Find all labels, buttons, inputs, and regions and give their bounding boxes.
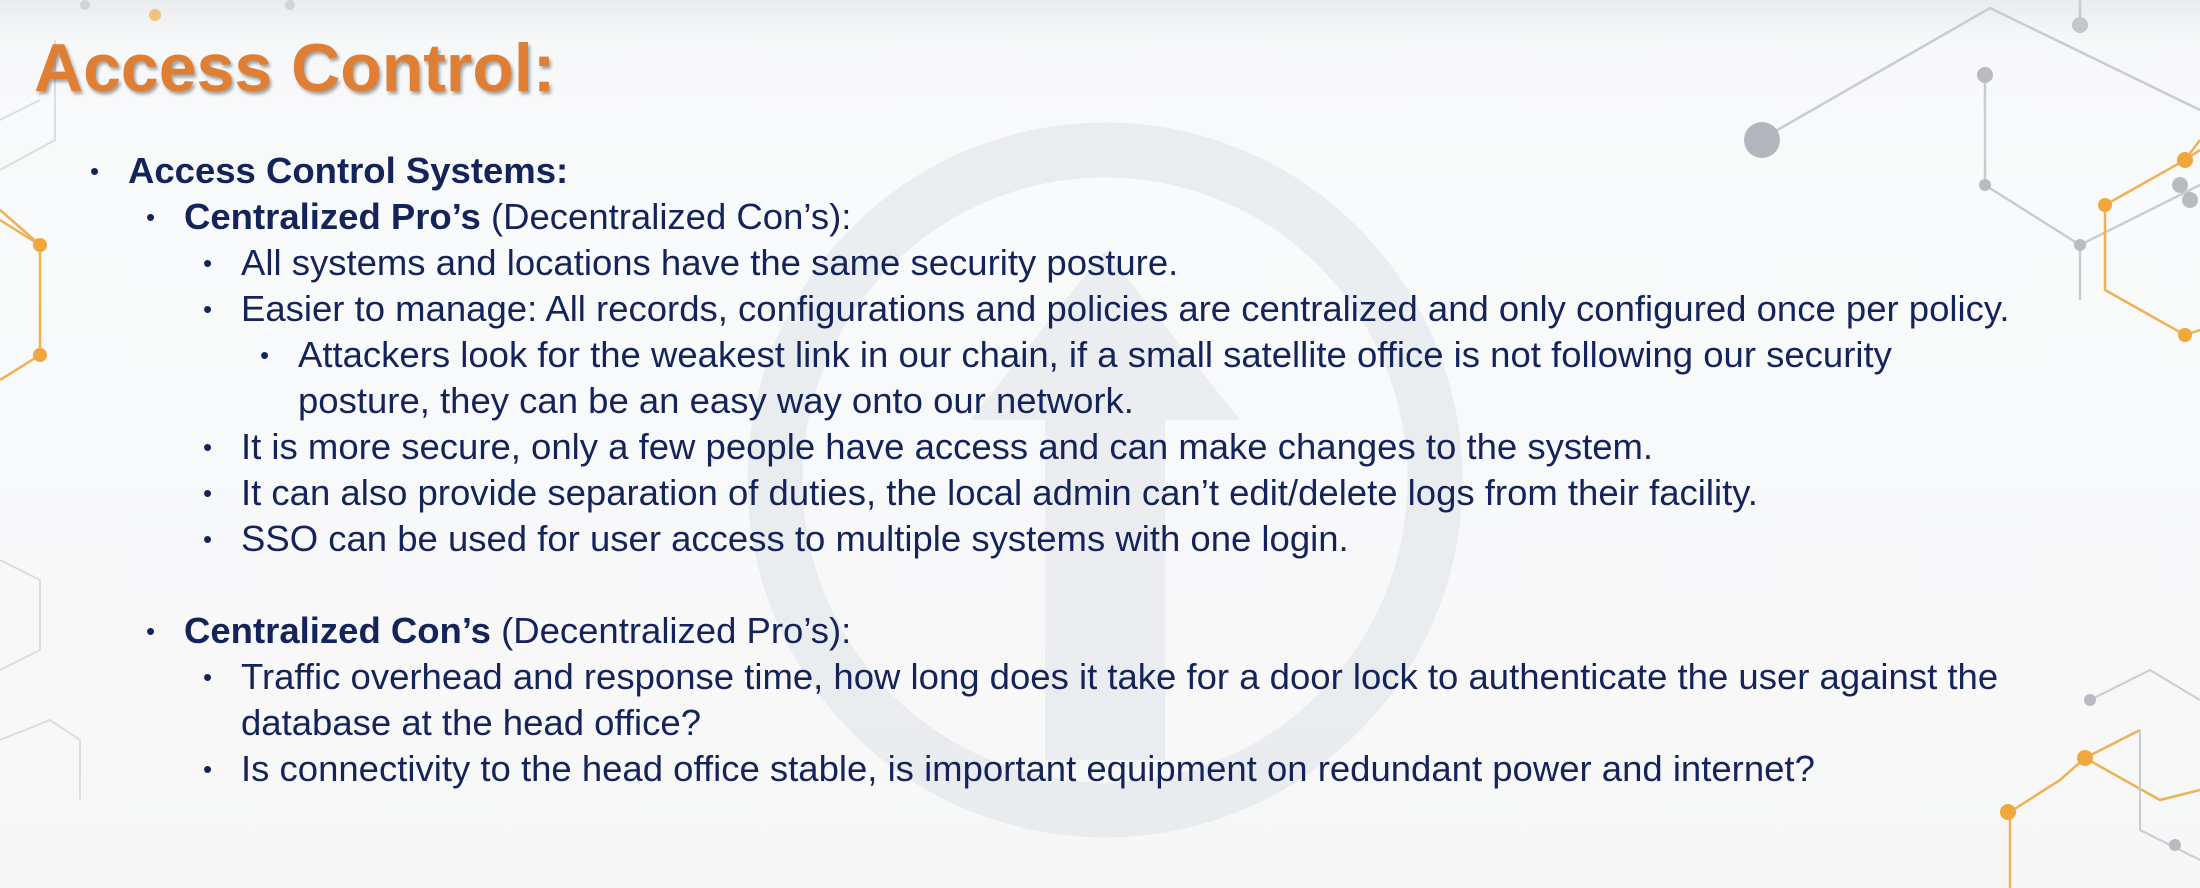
list-item-label-rest: (Decentralized Pro’s): xyxy=(490,610,852,651)
node-dot xyxy=(1979,179,1991,191)
node-dot xyxy=(2182,192,2198,208)
list-item-label: Access Control Systems: xyxy=(128,150,569,191)
node-dot xyxy=(2000,804,2016,820)
bullet-glyph: • xyxy=(260,340,270,370)
bullet-glyph: • xyxy=(90,156,100,186)
list-item-text: It can also provide separation of duties… xyxy=(241,472,1758,513)
list-item-sub-pro: • Attackers look for the weakest link in… xyxy=(260,332,1892,378)
list-item-text: SSO can be used for user access to multi… xyxy=(241,518,1349,559)
list-item-text-line2: database at the head office? xyxy=(241,702,702,743)
list-item-sub-pro-continuation: posture, they can be an easy way onto ou… xyxy=(298,378,1134,424)
list-item-bold-label: Centralized Pro’s xyxy=(184,196,481,237)
node-dot xyxy=(2072,17,2088,33)
right-orange-network xyxy=(2103,139,2200,337)
list-item-pro: • It is more secure, only a few people h… xyxy=(203,424,1654,470)
node-dot xyxy=(33,348,47,362)
list-item-con: • Is connectivity to the head office sta… xyxy=(203,746,1815,792)
list-item-con: • Traffic overhead and response time, ho… xyxy=(203,654,1999,700)
list-item-text: Is connectivity to the head office stabl… xyxy=(241,748,1815,789)
list-item-pro: • It can also provide separation of duti… xyxy=(203,470,1758,516)
bullet-glyph: • xyxy=(203,432,213,462)
list-item-centralized-pros: • Centralized Pro’s (Decentralized Con’s… xyxy=(146,194,852,240)
bullet-glyph: • xyxy=(203,294,213,324)
bullet-glyph: • xyxy=(146,202,156,232)
node-dot xyxy=(2177,152,2193,168)
node-dot xyxy=(2178,328,2192,342)
list-item-bold-label: Centralized Con’s xyxy=(184,610,491,651)
list-item-con-continuation: database at the head office? xyxy=(241,700,701,746)
list-item-text: It is more secure, only a few people hav… xyxy=(241,426,1654,467)
list-item-label-rest: (Decentralized Con’s): xyxy=(480,196,852,237)
bottom-right-network xyxy=(2008,728,2200,888)
bottom-right-gray-lines xyxy=(2089,668,2200,861)
node-dot xyxy=(33,238,47,252)
node-dot xyxy=(2098,198,2112,212)
node-dot xyxy=(149,9,161,21)
list-item-text-line2: posture, they can be an easy way onto ou… xyxy=(298,380,1134,421)
node-dot xyxy=(80,0,90,10)
bullet-glyph: • xyxy=(146,616,156,646)
node-dot xyxy=(285,0,295,10)
bullet-glyph: • xyxy=(203,248,213,278)
list-item-pro: • SSO can be used for user access to mul… xyxy=(203,516,1349,562)
list-item-text: All systems and locations have the same … xyxy=(241,242,1179,283)
bullet-glyph: • xyxy=(203,662,213,692)
node-dot xyxy=(2169,839,2181,851)
left-network-lines xyxy=(0,40,81,800)
list-item-text-line1: Attackers look for the weakest link in o… xyxy=(298,334,1892,375)
list-item-access-control-systems: • Access Control Systems: xyxy=(90,148,569,194)
list-item-text-line1: Traffic overhead and response time, how … xyxy=(241,656,1999,697)
node-dot xyxy=(2074,239,2086,251)
bullet-glyph: • xyxy=(203,478,213,508)
slide-title: Access Control: xyxy=(34,30,556,106)
node-dot xyxy=(2172,177,2188,193)
list-item-text: Easier to manage: All records, configura… xyxy=(241,288,2010,329)
node-dot xyxy=(2077,750,2093,766)
node-dot xyxy=(2084,694,2096,706)
node-dot xyxy=(1977,67,1993,83)
node-dot xyxy=(1744,122,1780,158)
bullet-glyph: • xyxy=(203,524,213,554)
list-item-centralized-cons: • Centralized Con’s (Decentralized Pro’s… xyxy=(146,608,852,654)
right-network-lines xyxy=(1759,0,2200,300)
bullet-glyph: • xyxy=(203,754,213,784)
list-item-pro: • Easier to manage: All records, configu… xyxy=(203,286,2010,332)
list-item-pro: • All systems and locations have the sam… xyxy=(203,240,1179,286)
